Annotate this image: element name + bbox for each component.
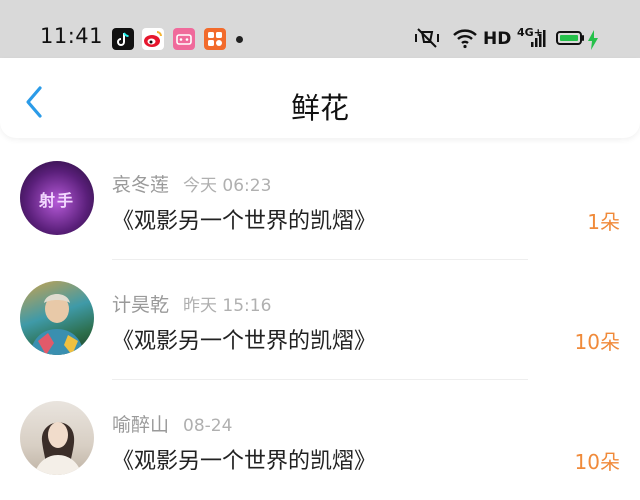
sender-name: 喻醉山: [112, 414, 170, 436]
send-date: 08-24: [183, 416, 233, 436]
top-nav-bar: 鲜花: [0, 58, 640, 138]
status-bar: 11:41 HD 4G+: [0, 0, 640, 58]
list-item[interactable]: 射手 哀冬莲 今天 06:23 《观影另一个世界的凯熠》 1朵: [0, 140, 640, 260]
send-date: 昨天 15:16: [183, 296, 272, 316]
list-item[interactable]: 喻醉山 08-24 《观影另一个世界的凯熠》 10朵: [0, 380, 640, 500]
pink-app-icon: [173, 28, 195, 50]
page-title: 鲜花: [290, 91, 349, 125]
avatar-text: 射手: [38, 191, 75, 210]
battery-icon: [556, 31, 582, 45]
person-photo: [30, 294, 84, 355]
book-title: 《观影另一个世界的凯熠》: [112, 209, 377, 234]
hd-indicator: HD: [483, 29, 512, 49]
avatar[interactable]: 射手: [20, 161, 94, 235]
send-date: 今天 06:23: [183, 176, 272, 196]
person-photo: [34, 422, 82, 475]
signal-icon: [531, 30, 546, 47]
charging-icon: [588, 30, 598, 50]
sender-name: 哀冬莲: [112, 174, 170, 196]
weibo-app-icon: [142, 28, 164, 50]
flower-record-list: 射手 哀冬莲 今天 06:23 《观影另一个世界的凯熠》 1朵 计昊乾 昨天 15:…: [0, 140, 640, 500]
tiktok-app-icon: [112, 28, 134, 50]
book-title: 《观影另一个世界的凯熠》: [112, 329, 377, 354]
avatar[interactable]: [20, 281, 94, 355]
notification-dot: [236, 36, 243, 43]
mute-vibrate-icon: [415, 28, 439, 48]
book-title: 《观影另一个世界的凯熠》: [112, 449, 377, 474]
flower-amount: 10朵: [574, 450, 620, 474]
status-time: 11:41: [40, 24, 104, 48]
wifi-icon: [453, 29, 477, 49]
list-item[interactable]: 计昊乾 昨天 15:16 《观影另一个世界的凯熠》 10朵: [0, 260, 640, 380]
orange-app-icon: [204, 28, 226, 50]
avatar[interactable]: [20, 401, 94, 475]
flower-amount: 10朵: [574, 330, 620, 354]
battery-cap: [582, 35, 584, 41]
sender-name: 计昊乾: [112, 294, 170, 316]
flower-amount: 1朵: [587, 210, 620, 234]
